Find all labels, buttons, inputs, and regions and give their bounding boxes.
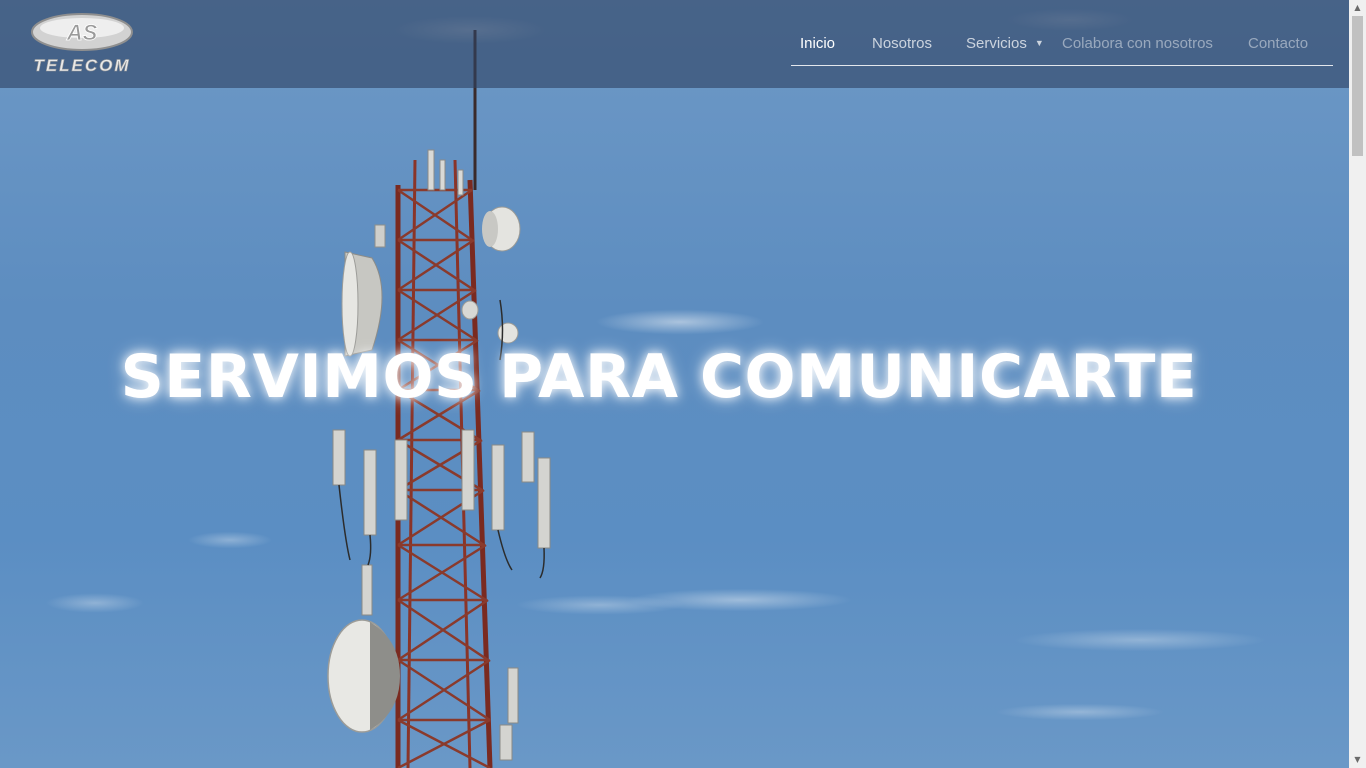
scroll-up-arrow-icon[interactable]: ▲: [1349, 0, 1366, 16]
main-nav: Inicio Nosotros Servicios ▼ Colabora con …: [791, 24, 1333, 66]
chevron-down-icon: ▼: [1034, 38, 1044, 48]
nav-item-nosotros[interactable]: Nosotros: [872, 35, 932, 52]
nav-item-inicio[interactable]: Inicio: [800, 35, 835, 52]
top-navbar: AS TELECOM Inicio Nosotros Servicios ▼ Co…: [0, 0, 1349, 88]
logo-text: TELECOM: [33, 56, 130, 75]
scroll-down-arrow-icon[interactable]: ▼: [1349, 752, 1366, 768]
scrollbar-thumb[interactable]: [1352, 16, 1363, 156]
nav-item-colabora[interactable]: Colabora con nosotros: [1062, 35, 1213, 52]
nav-item-servicios-label: Servicios: [966, 35, 1027, 52]
company-logo[interactable]: AS TELECOM: [18, 12, 148, 76]
nav-item-servicios[interactable]: Servicios ▼: [966, 35, 1044, 52]
page-scrollbar[interactable]: ▲ ▼: [1349, 0, 1366, 768]
nav-item-contacto[interactable]: Contacto: [1248, 35, 1308, 52]
hero-headline: SERVIMOS PARA COMUNICARTE: [120, 342, 1198, 412]
logo-mark: AS: [66, 20, 98, 45]
logo-icon: AS TELECOM: [31, 13, 133, 75]
